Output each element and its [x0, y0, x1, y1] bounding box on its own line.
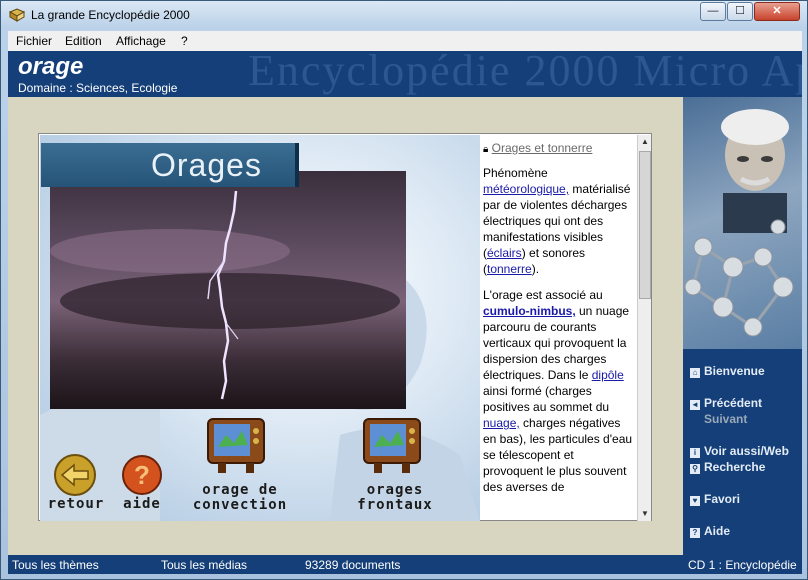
nav-suivant[interactable]: Suivant: [690, 412, 747, 426]
illustration-title-box: Orages: [41, 143, 299, 187]
nav-voir-aussi[interactable]: i Voir aussi/Web: [690, 444, 789, 458]
menu-fichier[interactable]: Fichier: [16, 34, 52, 48]
paragraph-1: Phénomène météorologique, matérialisé pa…: [483, 165, 635, 277]
next-icon: [690, 413, 700, 423]
nav-bienvenue-label: Bienvenue: [704, 364, 765, 378]
svg-text:?: ?: [134, 460, 150, 490]
p1-text-4: ).: [531, 262, 540, 276]
client-area: Encyclopédie 2000 Micro Application orag…: [8, 51, 802, 555]
scientist-illustration: [683, 97, 802, 349]
scroll-down-icon[interactable]: ▼: [638, 507, 652, 521]
status-documents: 93289 documents: [305, 558, 401, 572]
app-window: La grande Encyclopédie 2000 — ☐ ✕ Fichie…: [0, 0, 808, 580]
nav-recherche[interactable]: ⚲ Recherche: [690, 460, 765, 474]
previous-icon: ◄: [690, 400, 700, 410]
article-frame: Orages retour ? aide orage de convection…: [38, 133, 652, 521]
question-icon: ?: [690, 528, 700, 538]
convection-button-label[interactable]: orage de convection: [180, 483, 300, 513]
illustration-title: Orages: [151, 147, 262, 183]
topic-domain: Domaine : Sciences, Ecologie: [18, 81, 178, 95]
p2-text-1: L'orage est associé au: [483, 288, 603, 302]
nav-aide[interactable]: ? Aide: [690, 524, 730, 538]
link-eclairs[interactable]: éclairs: [487, 246, 522, 260]
nav-voir-aussi-label: Voir aussi/Web: [704, 444, 789, 458]
lightning-bolt-icon: [50, 190, 400, 400]
link-cumulo-nimbus[interactable]: cumulo-nimbus,: [483, 304, 576, 318]
link-meteorologique[interactable]: météorologique,: [483, 182, 569, 196]
status-themes[interactable]: Tous les thèmes: [12, 558, 99, 572]
p2-text-3: ainsi formé (charges positives au sommet…: [483, 384, 610, 414]
menu-edition[interactable]: Edition: [65, 34, 102, 48]
search-icon: ⚲: [690, 464, 700, 474]
nav-precedent[interactable]: ◄ Précédent: [690, 396, 762, 410]
scroll-up-icon[interactable]: ▲: [638, 135, 652, 149]
convection-label-line2: convection: [192, 497, 288, 513]
nav-precedent-label: Précédent: [704, 396, 763, 410]
maximize-button[interactable]: ☐: [727, 2, 753, 21]
title-bar[interactable]: La grande Encyclopédie 2000 — ☐ ✕: [1, 1, 807, 29]
banner-watermark: Encyclopédie 2000 Micro Application: [248, 51, 802, 95]
tv-convection-icon[interactable]: [206, 417, 266, 475]
article-illustration: Orages retour ? aide orage de convection…: [40, 135, 480, 521]
article-text: 🔒︎ Orages et tonnerre Phénomène météorol…: [481, 135, 637, 521]
article-scrollbar[interactable]: ▲ ▼: [637, 135, 651, 521]
status-medias[interactable]: Tous les médias: [161, 558, 247, 572]
link-nuage[interactable]: nuage,: [483, 416, 520, 430]
help-icon[interactable]: ?: [120, 453, 164, 497]
p1-text-1: Phénomène: [483, 166, 548, 180]
nav-favori[interactable]: ♥ Favori: [690, 492, 740, 506]
menu-help[interactable]: ?: [181, 34, 188, 48]
lock-icon: 🔒︎: [483, 144, 489, 155]
link-dipole[interactable]: dipôle: [592, 368, 624, 382]
back-arrow-icon[interactable]: [52, 453, 98, 497]
lightning-photo: [50, 171, 406, 409]
heart-icon: ♥: [690, 496, 700, 506]
molecule-illustration: [684, 109, 794, 337]
status-bar: Tous les thèmes Tous les médias 93289 do…: [8, 555, 802, 574]
topic-banner: Encyclopédie 2000 Micro Application orag…: [8, 51, 802, 97]
minimize-button[interactable]: —: [700, 2, 726, 21]
info-icon: i: [690, 448, 700, 458]
back-button-label[interactable]: retour: [44, 497, 108, 512]
nav-favori-label: Favori: [704, 492, 741, 506]
convection-label-line1: orage de: [202, 482, 278, 498]
frontal-button-label[interactable]: orages frontaux: [340, 483, 450, 513]
status-cd: CD 1 : Encyclopédie: [688, 558, 797, 572]
scrollbar-thumb[interactable]: [639, 151, 651, 299]
topic-title: orage: [18, 53, 84, 80]
menu-affichage[interactable]: Affichage: [116, 34, 166, 48]
close-button[interactable]: ✕: [754, 2, 800, 21]
nav-recherche-label: Recherche: [704, 460, 766, 474]
paragraph-2: L'orage est associé au cumulo-nimbus, un…: [483, 287, 635, 495]
tv-frontal-icon[interactable]: [362, 417, 422, 475]
help-button-label[interactable]: aide: [112, 497, 172, 512]
window-title: La grande Encyclopédie 2000: [31, 8, 190, 22]
menu-bar: Fichier Edition Affichage ?: [8, 31, 802, 51]
frontal-label-line1: orages: [366, 482, 424, 498]
frontal-label-line2: frontaux: [357, 497, 433, 513]
article-heading-link[interactable]: Orages et tonnerre: [492, 141, 593, 155]
link-tonnerre[interactable]: tonnerre: [487, 262, 532, 276]
nav-suivant-label: Suivant: [704, 412, 748, 426]
home-icon: ⌂: [690, 368, 700, 378]
book-icon: [9, 8, 25, 22]
nav-bienvenue[interactable]: ⌂ Bienvenue: [690, 364, 765, 378]
nav-aide-label: Aide: [704, 524, 731, 538]
